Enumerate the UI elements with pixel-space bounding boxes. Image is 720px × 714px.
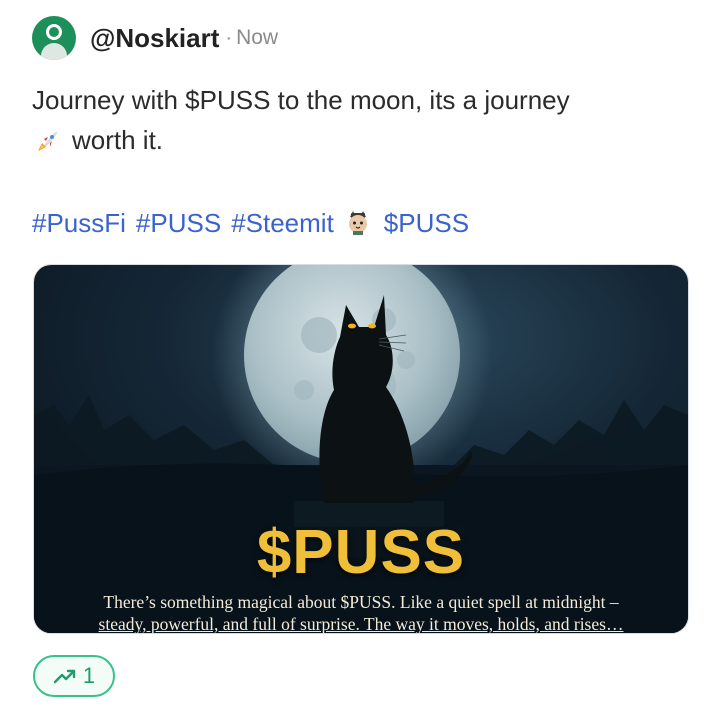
hashtag-row: #PussFi #PUSS #Steemit $PUSS	[32, 204, 479, 242]
hashtag-steemit[interactable]: #Steemit	[231, 204, 334, 242]
hashtag-puss[interactable]: #PUSS	[136, 204, 221, 242]
username[interactable]: @Noskiart	[90, 23, 219, 54]
separator: ·	[225, 26, 233, 49]
trending-up-icon	[53, 669, 76, 684]
upvote-button[interactable]: 1	[33, 655, 115, 697]
cat-icon	[348, 211, 367, 235]
image-caption-line1: There’s something magical about $PUSS. L…	[103, 592, 619, 612]
post-text-line2: worth it.	[72, 125, 164, 155]
post-text-line1: Journey with $PUSS to the moon, its a jo…	[32, 85, 570, 115]
avatar[interactable]	[32, 16, 76, 60]
upvote-count: 1	[82, 663, 96, 688]
post-text: Journey with $PUSS to the moon, its a jo…	[32, 80, 682, 160]
hashtag-pussfi[interactable]: #PussFi	[32, 204, 126, 242]
image-caption-line2: steady, powerful, and full of surprise. …	[98, 614, 624, 634]
post-text-line2-row: worth it.	[32, 120, 682, 160]
post-header: @Noskiart · Now	[32, 16, 278, 60]
rocket-icon	[38, 131, 58, 152]
cashtag-puss[interactable]: $PUSS	[384, 204, 469, 242]
image-caption: There’s something magical about $PUSS. L…	[54, 591, 668, 634]
timestamp: Now	[236, 26, 279, 49]
post-image[interactable]: $PUSS There’s something magical about $P…	[33, 264, 689, 634]
image-title: $PUSS	[256, 518, 466, 587]
